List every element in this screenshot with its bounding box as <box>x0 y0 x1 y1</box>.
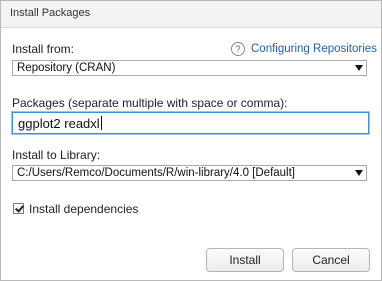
title-bar[interactable]: Install Packages <box>1 1 381 28</box>
library-select[interactable]: C:/Users/Remco/Documents/R/win-library/4… <box>12 165 367 181</box>
install-packages-dialog: Install Packages Install from: ? Configu… <box>0 0 382 281</box>
configuring-repositories-link[interactable]: Configuring Repositories <box>251 43 377 55</box>
dialog-title: Install Packages <box>10 7 91 19</box>
configuring-repositories-help[interactable]: ? Configuring Repositories <box>231 42 377 56</box>
dropdown-arrow-icon[interactable] <box>355 170 363 176</box>
install-dependencies-label[interactable]: Install dependencies <box>29 202 138 216</box>
packages-input[interactable]: ggplot2 readxl <box>12 112 369 134</box>
install-from-value: Repository (CRAN) <box>17 62 116 74</box>
install-dependencies-checkbox[interactable] <box>13 203 24 214</box>
dropdown-arrow-icon[interactable] <box>355 65 363 71</box>
packages-input-value: ggplot2 readxl <box>18 116 102 131</box>
install-from-select[interactable]: Repository (CRAN) <box>12 60 367 76</box>
cancel-button[interactable]: Cancel <box>292 248 370 272</box>
text-caret <box>100 116 102 130</box>
packages-label: Packages (separate multiple with space o… <box>12 96 288 110</box>
library-value: C:/Users/Remco/Documents/R/win-library/4… <box>17 167 295 179</box>
install-button[interactable]: Install <box>206 248 284 272</box>
install-to-library-label: Install to Library: <box>12 148 101 162</box>
help-icon[interactable]: ? <box>231 42 245 56</box>
install-from-label: Install from: <box>12 42 75 56</box>
